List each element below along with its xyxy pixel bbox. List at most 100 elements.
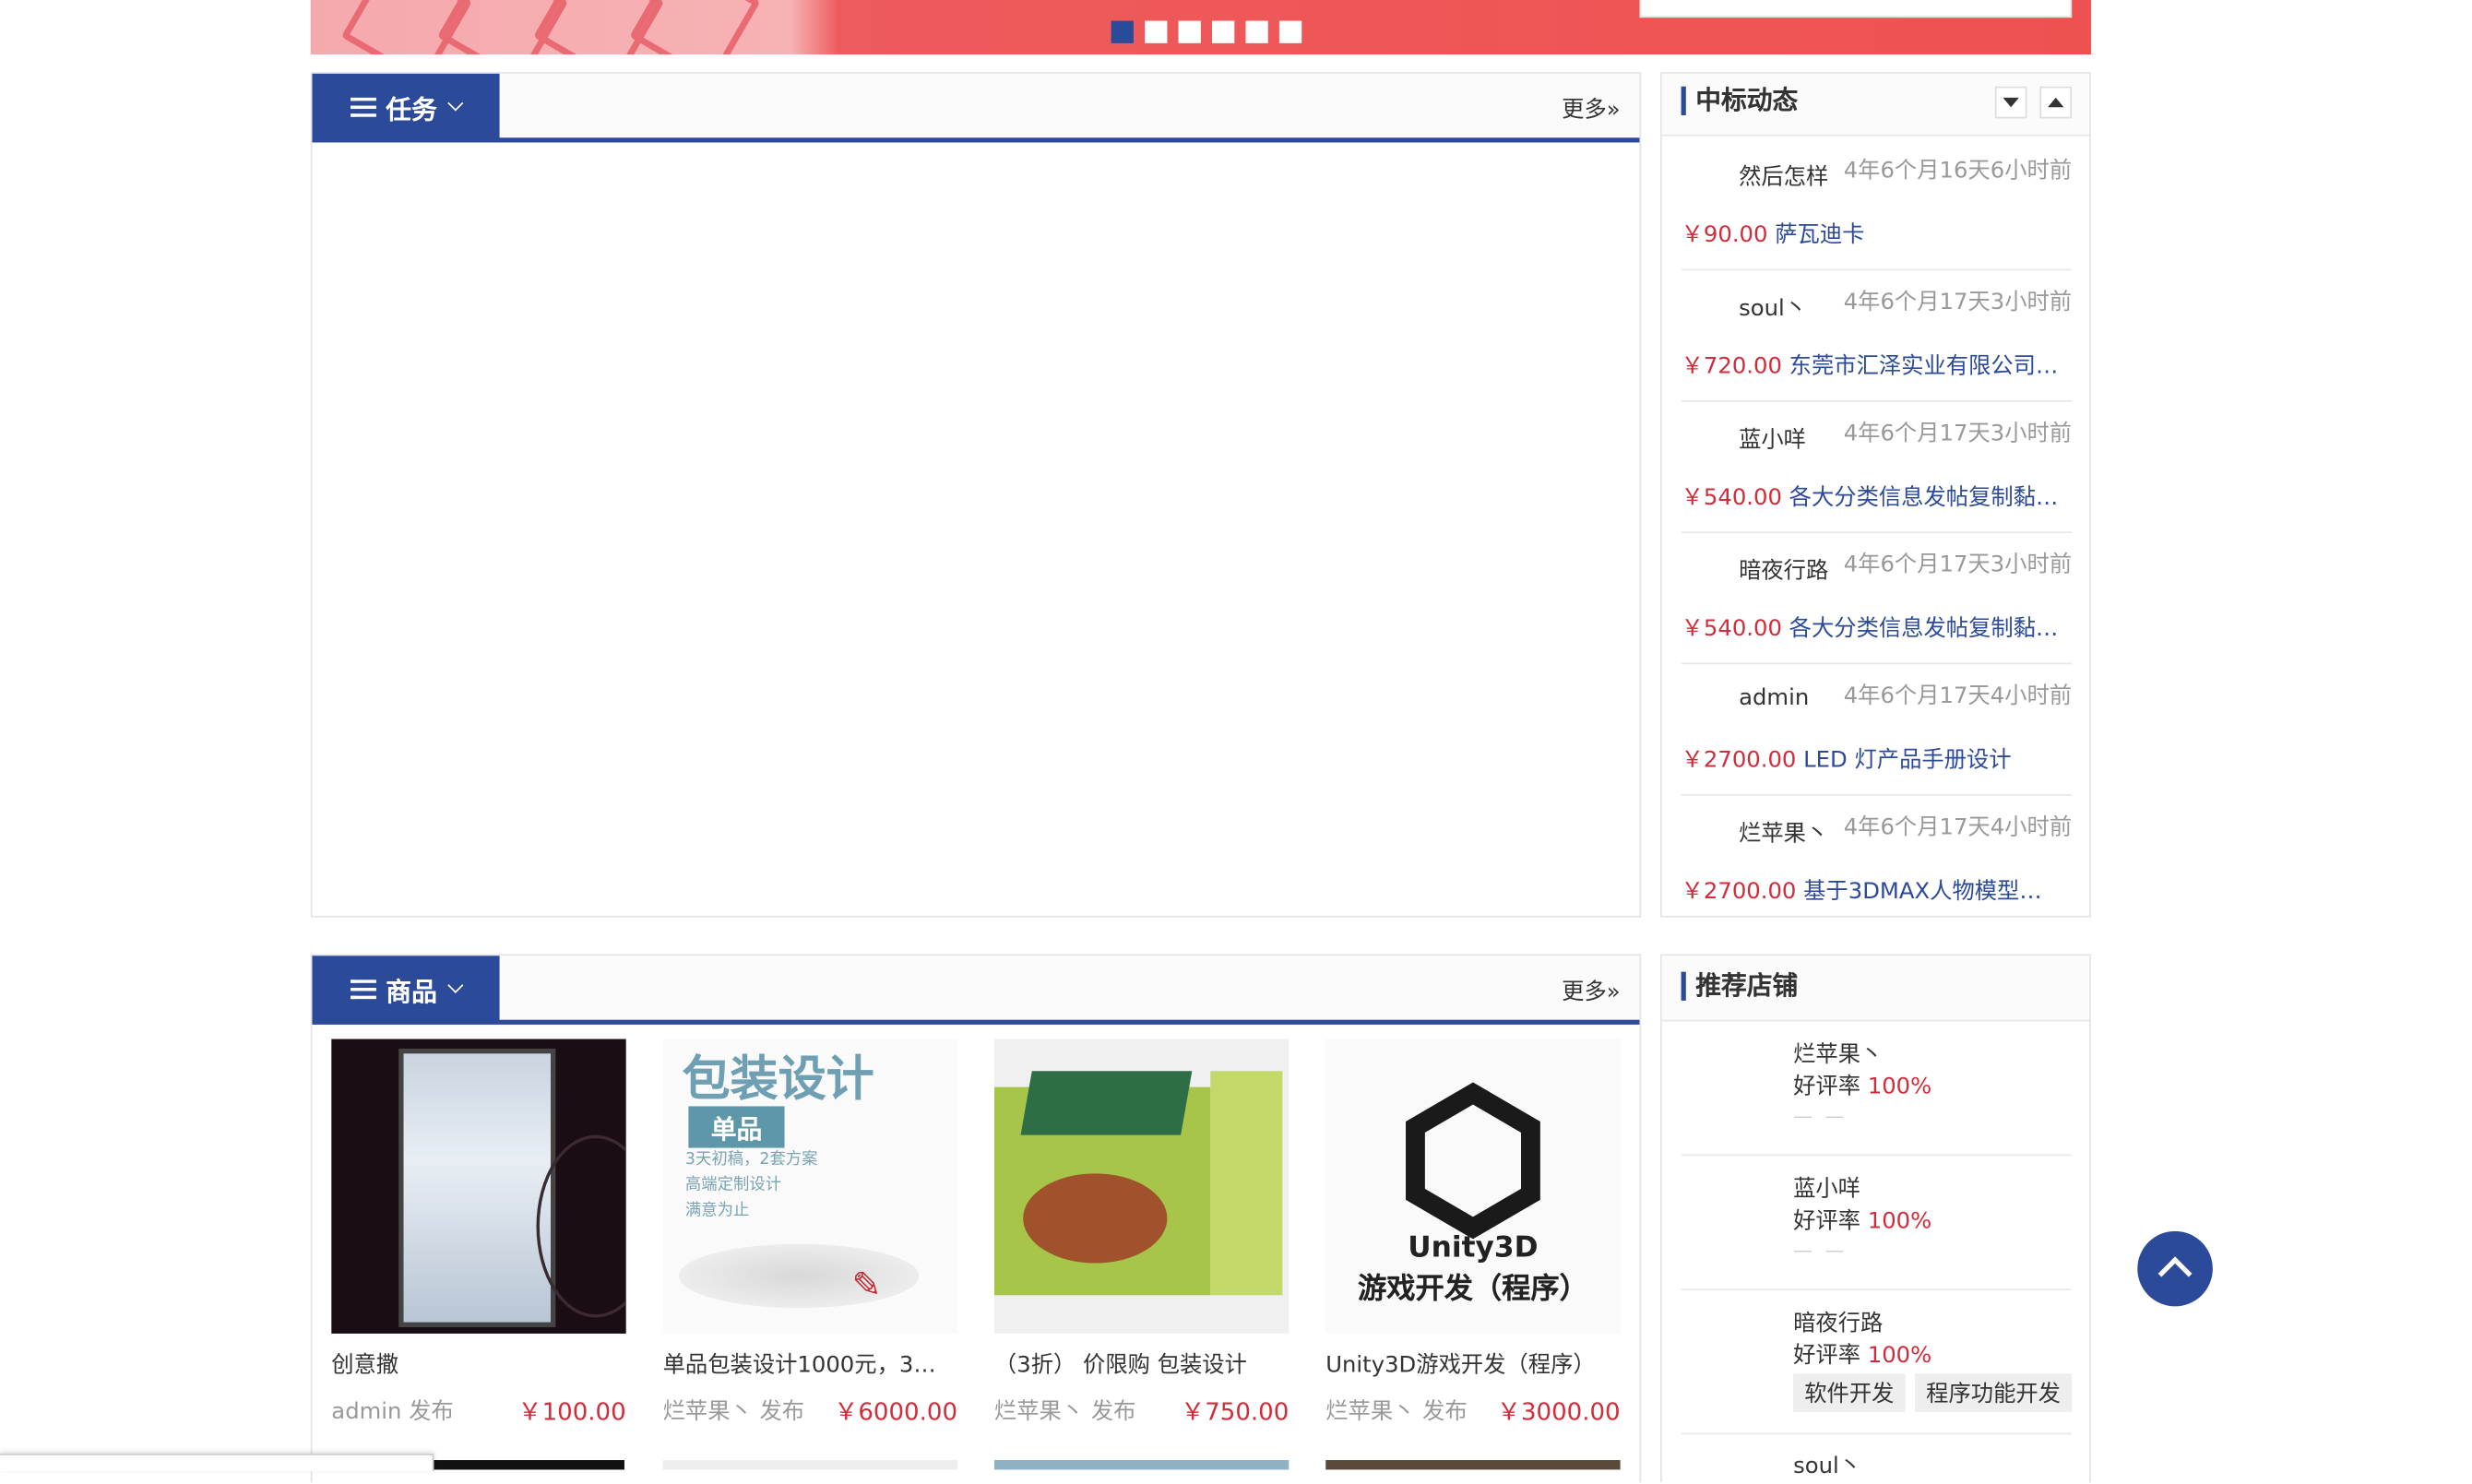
bid-item[interactable]: 蓝小咩 4年6个月17天3小时前 ￥540.00 各大分类信息发帖复制黏… [1681, 400, 2073, 534]
list-icon [351, 97, 376, 116]
carousel-dot-2[interactable] [1145, 20, 1168, 43]
product-card[interactable]: （3折） 价限购 包装设计 烂苹果丶 发布 ￥750.00 [993, 1039, 1289, 1427]
image-text-line1: Unity3D [1408, 1230, 1539, 1265]
bid-title-link[interactable]: 萨瓦迪卡 [1775, 222, 1864, 248]
product-image[interactable]: 包装设计 单品 3天初稿，2套方案 高端定制设计 满意为止 ✎ [662, 1039, 958, 1334]
image-text: 3天初稿，2套方案 [684, 1151, 818, 1169]
tasks-tab-label: 任务 [386, 93, 437, 125]
shop-name[interactable]: 蓝小咩 [1793, 1172, 1860, 1205]
product-image[interactable] [993, 1039, 1289, 1334]
shop-name[interactable]: soul丶 [1793, 1449, 1861, 1481]
product-title[interactable]: 单品包装设计1000元，3… [663, 1348, 957, 1381]
box-side-shape [1210, 1071, 1283, 1296]
bid-item[interactable]: admin 4年6个月17天4小时前 ￥2700.00 LED 灯产品手册设计 [1681, 663, 2073, 796]
product-image-next-row[interactable] [432, 1460, 624, 1470]
bid-title-link[interactable]: 各大分类信息发帖复制黏… [1789, 616, 2059, 642]
image-headline: 包装设计 [682, 1051, 874, 1109]
shop-tag[interactable]: 程序功能开发 [1915, 1373, 2073, 1412]
product-image[interactable]: Unity3D 游戏开发（程序） [1325, 1039, 1621, 1334]
banner-hex-decoration [629, 0, 761, 55]
box-label-shape [1020, 1071, 1193, 1135]
bid-user: 蓝小咩 [1739, 427, 1806, 454]
shop-item[interactable]: 暗夜行路 好评率 100% 软件开发 程序功能开发 [1681, 1290, 2073, 1435]
bids-panel: 中标动态 然后怎样 4年6个月16天6小时前 ￥90.00 萨瓦迪卡 soul丶… [1660, 72, 2091, 918]
back-to-top-button[interactable] [2137, 1230, 2213, 1307]
bid-item[interactable]: soul丶 4年6个月17天3小时前 ￥720.00 东莞市汇泽实业有限公司… [1681, 269, 2073, 402]
product-price: ￥6000.00 [834, 1397, 958, 1427]
product-title[interactable]: 创意撒 [331, 1348, 625, 1381]
product-card[interactable]: Unity3D 游戏开发（程序） Unity3D游戏开发（程序） 烂苹果丶 发布… [1325, 1039, 1621, 1427]
bid-time: 4年6个月16天6小时前 [1843, 158, 2073, 184]
product-card[interactable]: 包装设计 单品 3天初稿，2套方案 高端定制设计 满意为止 ✎ 单品包装设计10… [662, 1039, 958, 1427]
product-card[interactable]: 创意撒 admin 发布 ￥100.00 [331, 1039, 626, 1427]
list-icon [351, 979, 376, 999]
bid-price: ￥540.00 [1681, 616, 1782, 643]
shop-tags-empty: — — [1793, 1239, 1848, 1262]
scroll-down-icon[interactable] [1994, 86, 2027, 119]
bid-time: 4年6个月17天3小时前 [1843, 552, 2073, 578]
page-root: 任务 更多» 中标动态 然后怎样 4年6个月16天6小时前 ￥90.00 萨瓦迪… [0, 0, 2472, 1483]
carousel-dot-6[interactable] [1278, 20, 1302, 43]
product-image-next-row[interactable] [662, 1460, 958, 1470]
bid-title-link[interactable]: LED 灯产品手册设计 [1803, 748, 2011, 774]
bid-time: 4年6个月17天4小时前 [1843, 683, 2073, 709]
bid-title-link[interactable]: 东莞市汇泽实业有限公司… [1789, 354, 2059, 380]
bid-time: 4年6个月17天3小时前 [1843, 290, 2073, 315]
goods-panel-header: 商品 更多» [312, 956, 1640, 1025]
tasks-panel-header: 任务 更多» [312, 73, 1640, 143]
product-image-next-row[interactable] [1325, 1460, 1621, 1470]
shop-rate-value: 100% [1867, 1208, 1932, 1235]
carousel-dot-5[interactable] [1245, 20, 1268, 43]
shop-name[interactable]: 烂苹果丶 [1793, 1038, 1883, 1070]
bid-item[interactable]: 暗夜行路 4年6个月17天3小时前 ￥540.00 各大分类信息发帖复制黏… [1681, 531, 2073, 665]
bid-price: ￥2700.00 [1681, 878, 1797, 905]
banner-carousel[interactable] [310, 0, 2091, 55]
carousel-dot-3[interactable] [1178, 20, 1201, 43]
carousel-dot-1[interactable] [1111, 20, 1134, 43]
product-image-next-row[interactable] [993, 1460, 1289, 1470]
product-title[interactable]: Unity3D游戏开发（程序） [1325, 1348, 1620, 1381]
shop-rate-label: 好评率 [1793, 1074, 1860, 1100]
carousel-indicators [1111, 20, 1302, 43]
bid-title-link[interactable]: 各大分类信息发帖复制黏… [1789, 485, 2059, 511]
shop-tag[interactable]: 软件开发 [1793, 1373, 1906, 1412]
shops-panel-title: 推荐店铺 [1681, 971, 1798, 1001]
bid-user: admin [1739, 684, 1810, 711]
shops-panel-header: 推荐店铺 [1661, 956, 2090, 1022]
product-price: ￥100.00 [517, 1397, 626, 1427]
bid-time: 4年6个月17天4小时前 [1843, 814, 2073, 841]
bid-title-link[interactable]: 基于3DMAX人物模型… [1803, 879, 2042, 905]
bid-item[interactable]: 然后怎样 4年6个月16天6小时前 ￥90.00 萨瓦迪卡 [1681, 137, 2073, 271]
image-badge: 单品 [688, 1106, 785, 1148]
product-publisher: 烂苹果丶 发布 [1325, 1399, 1468, 1425]
banner-login-card [1639, 0, 2073, 18]
product-publisher: 烂苹果丶 发布 [993, 1399, 1136, 1425]
shop-rate-value: 100% [1867, 1074, 1932, 1100]
chicken-shape [1023, 1173, 1168, 1264]
product-title[interactable]: （3折） 价限购 包装设计 [994, 1348, 1289, 1381]
shop-item[interactable]: 烂苹果丶 好评率 100% — — [1681, 1021, 2073, 1157]
bid-time: 4年6个月17天3小时前 [1843, 421, 2073, 447]
bid-price: ￥2700.00 [1681, 747, 1797, 774]
bottom-popup-edge [0, 1454, 434, 1472]
product-image[interactable] [331, 1039, 626, 1334]
goods-tab[interactable]: 商品 [312, 956, 500, 1022]
shops-panel: 推荐店铺 烂苹果丶 好评率 100% — — 蓝小咩 好评率 100% — — … [1660, 954, 2091, 1484]
shop-tags-empty: — — [1793, 1104, 1848, 1128]
shop-name[interactable]: 暗夜行路 [1793, 1306, 1883, 1338]
carousel-dot-4[interactable] [1212, 20, 1235, 43]
bid-user: soul丶 [1739, 296, 1808, 322]
scroll-up-icon[interactable] [2039, 86, 2073, 119]
tasks-more-link[interactable]: 更多» [1562, 93, 1620, 125]
shop-item[interactable]: soul丶 [1682, 1436, 2073, 1484]
bid-item[interactable]: 烂苹果丶 4年6个月17天4小时前 ￥2700.00 基于3DMAX人物模型… [1682, 794, 2073, 925]
goods-more-link[interactable]: 更多» [1562, 975, 1620, 1007]
product-price: ￥3000.00 [1496, 1397, 1621, 1427]
bid-user: 烂苹果丶 [1739, 821, 1829, 848]
image-text-line2: 游戏开发（程序） [1357, 1272, 1588, 1307]
tasks-tab[interactable]: 任务 [312, 73, 500, 140]
shop-item[interactable]: 蓝小咩 好评率 100% — — [1681, 1156, 2073, 1291]
chevron-down-icon [447, 95, 464, 112]
screen-photo-shape [398, 1048, 556, 1327]
bid-price: ￥90.00 [1681, 222, 1768, 249]
